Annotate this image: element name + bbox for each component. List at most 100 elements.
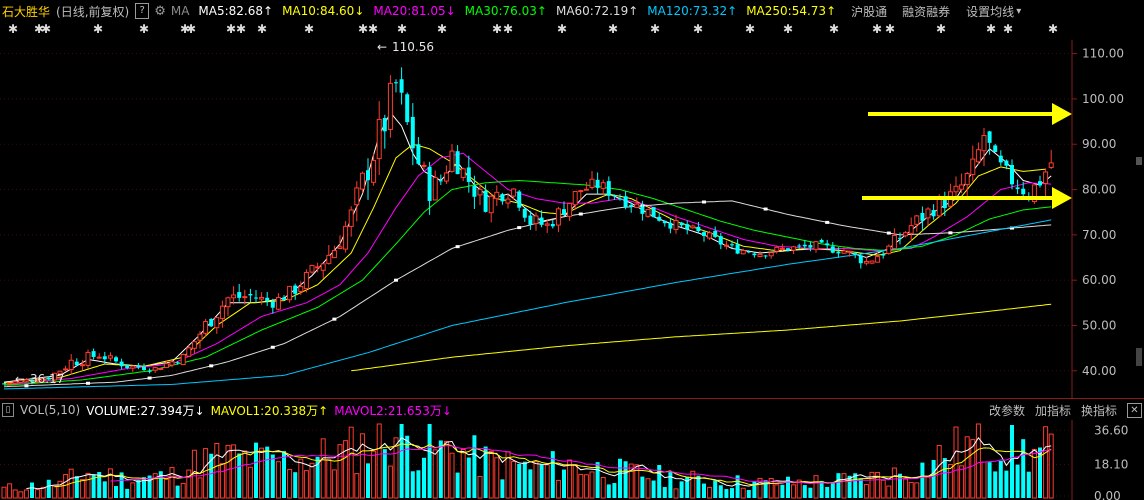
candle xyxy=(920,206,925,231)
add-indicator-button[interactable]: 加指标 xyxy=(1035,402,1071,419)
volume-bar xyxy=(612,483,617,498)
event-marker[interactable]: ✱ xyxy=(503,22,513,36)
ma60-marker xyxy=(578,212,583,216)
candle xyxy=(718,233,723,250)
volume-toolbar: 改参数 加指标 换指标 ✕ xyxy=(979,400,1144,420)
event-marker[interactable]: ✱ xyxy=(437,22,447,36)
candle xyxy=(953,176,959,197)
event-marker[interactable]: ✱ xyxy=(139,22,149,36)
volume-bar xyxy=(651,480,656,498)
price-tick-label: 80.00 xyxy=(1082,183,1116,197)
candle xyxy=(589,170,595,190)
scrollbar-handle[interactable] xyxy=(1136,157,1142,165)
ma60-marker xyxy=(886,231,891,235)
event-marker[interactable]: ✱ xyxy=(41,22,51,36)
ma120-value: MA120:73.32↑ xyxy=(647,4,738,18)
candle xyxy=(421,161,427,170)
candle xyxy=(107,352,113,362)
event-marker[interactable]: ✱ xyxy=(986,22,996,36)
period-label[interactable]: (日线,前复权) xyxy=(56,3,129,20)
event-marker[interactable]: ✱ xyxy=(93,22,103,36)
volume-bar xyxy=(494,457,500,499)
event-marker[interactable]: ✱ xyxy=(304,22,314,36)
volume-bar xyxy=(51,485,57,499)
volume-bar xyxy=(331,469,337,499)
volume-bar xyxy=(981,461,987,499)
high-price-label: 110.56 xyxy=(392,40,434,54)
candle xyxy=(225,296,231,316)
event-marker[interactable]: ✱ xyxy=(650,22,660,36)
volume-bar xyxy=(427,424,432,498)
candle xyxy=(964,172,970,197)
help-icon[interactable]: ? xyxy=(135,3,150,19)
event-marker[interactable]: ✱ xyxy=(8,22,18,36)
event-marker[interactable]: ✱ xyxy=(557,22,567,36)
event-marker[interactable]: ✱ xyxy=(608,22,618,36)
candle xyxy=(432,170,438,201)
volume-indicator-name[interactable]: VOL(5,10) xyxy=(20,403,80,417)
ma250-line xyxy=(351,303,1052,372)
candle xyxy=(443,165,449,184)
candle xyxy=(136,362,141,370)
candle xyxy=(494,185,500,206)
chevron-down-icon[interactable]: ▾ xyxy=(1016,6,1021,17)
event-marker[interactable]: ✱ xyxy=(358,22,368,36)
event-marker[interactable]: ✱ xyxy=(186,22,196,36)
volume-bar xyxy=(186,469,192,499)
event-marker[interactable]: ✱ xyxy=(693,22,703,36)
event-marker[interactable]: ✱ xyxy=(236,22,246,36)
candle xyxy=(331,245,337,259)
volume-bar xyxy=(443,440,449,499)
volume-bar xyxy=(908,481,914,499)
event-marker[interactable]: ✱ xyxy=(492,22,502,36)
volume-bar xyxy=(382,449,387,498)
volume-bar xyxy=(702,483,706,498)
candle xyxy=(595,172,600,194)
gear-icon[interactable]: ⚙ xyxy=(154,4,166,19)
stock-name[interactable]: 石大胜华 xyxy=(2,3,50,20)
ma-label[interactable]: MA xyxy=(171,4,190,18)
volume-bar xyxy=(841,473,847,499)
candle xyxy=(645,209,651,218)
panel-expand-icon[interactable]: ▯ xyxy=(2,403,14,417)
set-ma-menu[interactable]: 设置均线 xyxy=(966,3,1014,20)
volume-bar xyxy=(1004,470,1009,498)
candle xyxy=(791,245,797,255)
volume-chart[interactable]: 0.00 18.10 36.60 xyxy=(0,420,1144,500)
event-marker[interactable]: ✱ xyxy=(1048,22,1058,36)
event-marker[interactable]: ✱ xyxy=(783,22,793,36)
mavol1-value: MAVOL1:20.338万↑ xyxy=(210,403,329,418)
edit-params-button[interactable]: 改参数 xyxy=(989,402,1025,419)
volume-bar xyxy=(74,476,79,498)
volume-bar xyxy=(774,484,780,499)
event-marker[interactable]: ✱ xyxy=(226,22,236,36)
event-marker[interactable]: ✱ xyxy=(257,22,267,36)
volume-bar xyxy=(1021,439,1026,498)
event-marker[interactable]: ✱ xyxy=(1003,22,1013,36)
volume-bar xyxy=(1015,464,1020,498)
event-marker[interactable]: ✱ xyxy=(397,22,407,36)
volume-bar xyxy=(1026,471,1031,498)
volume-bar xyxy=(953,426,959,499)
hk-connect-menu[interactable]: 沪股通 xyxy=(851,3,887,20)
volume-bar xyxy=(247,466,253,499)
volume-bar xyxy=(813,475,819,499)
ma60-marker xyxy=(948,231,953,235)
scrollbar-handle[interactable] xyxy=(1136,348,1142,366)
candle xyxy=(91,348,96,360)
candle xyxy=(254,290,258,303)
volume-bar xyxy=(1048,433,1054,499)
volume-bar xyxy=(836,473,841,498)
close-icon[interactable]: ✕ xyxy=(1127,402,1142,418)
event-marker[interactable]: ✱ xyxy=(885,22,895,36)
candlestick-chart[interactable]: 110.56 ← 36.17 ← 40.00 50.00 60.00 70.00 80.… xyxy=(0,40,1144,398)
event-marker[interactable]: ✱ xyxy=(368,22,378,36)
candle xyxy=(891,228,897,250)
switch-indicator-button[interactable]: 换指标 xyxy=(1081,402,1117,419)
volume-bar xyxy=(634,464,640,499)
event-marker[interactable]: ✱ xyxy=(872,22,882,36)
event-marker[interactable]: ✱ xyxy=(829,22,839,36)
margin-trading-menu[interactable]: 融资融券 xyxy=(902,3,950,20)
event-marker[interactable]: ✱ xyxy=(745,22,755,36)
event-marker[interactable]: ✱ xyxy=(936,22,946,36)
